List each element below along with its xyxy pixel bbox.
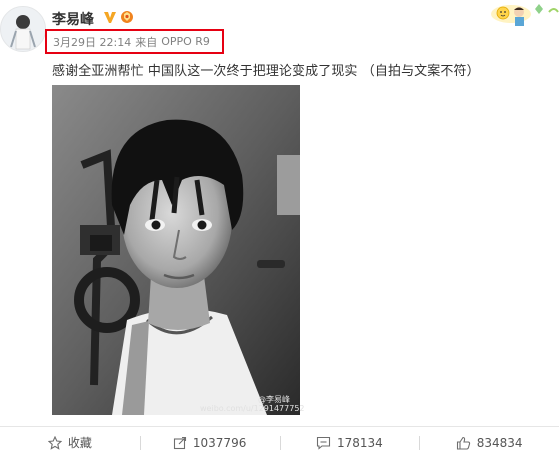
post-meta-highlight: 3月29日 22:14 来自 OPPO R9 — [45, 29, 224, 54]
post-photo-image — [52, 85, 300, 415]
repost-icon — [173, 436, 186, 449]
comment-icon — [316, 436, 331, 450]
like-button[interactable]: 834834 — [419, 427, 559, 458]
thumbs-up-icon — [456, 436, 470, 450]
favorite-label: 收藏 — [67, 436, 92, 450]
action-bar: 收藏 1037796 178134 834834 — [0, 427, 559, 458]
post-text: 感谢全亚洲帮忙 中国队这一次终于把理论变成了现实 （自拍与文案不符） — [52, 64, 480, 79]
watermark-url: weibo.com/u/1291477752 — [200, 404, 305, 413]
favorite-button[interactable]: 收藏 — [0, 427, 140, 458]
decoration-icon — [491, 4, 559, 26]
avatar[interactable] — [0, 6, 46, 52]
vip-badge-icon[interactable] — [119, 10, 135, 24]
like-count: 834834 — [476, 435, 523, 450]
author-name[interactable]: 李易峰 — [52, 9, 94, 29]
repost-button[interactable]: 1037796 — [139, 427, 280, 458]
post-photo[interactable] — [52, 85, 300, 415]
post-source-prefix: 来自 — [135, 35, 158, 49]
post-source-device[interactable]: OPPO R9 — [161, 35, 210, 48]
verified-badge-icon — [104, 12, 116, 23]
post-date[interactable]: 3月29日 22:14 — [53, 34, 131, 50]
repost-count: 1037796 — [192, 435, 247, 450]
watermark-name: @李易峰 — [258, 395, 290, 404]
photo-watermark: @李易峰 weibo.com/u/1291477752 — [200, 395, 305, 413]
comment-button[interactable]: 178134 — [279, 427, 420, 458]
star-icon — [47, 435, 62, 450]
avatar-image — [1, 7, 45, 51]
comment-count: 178134 — [336, 435, 383, 450]
